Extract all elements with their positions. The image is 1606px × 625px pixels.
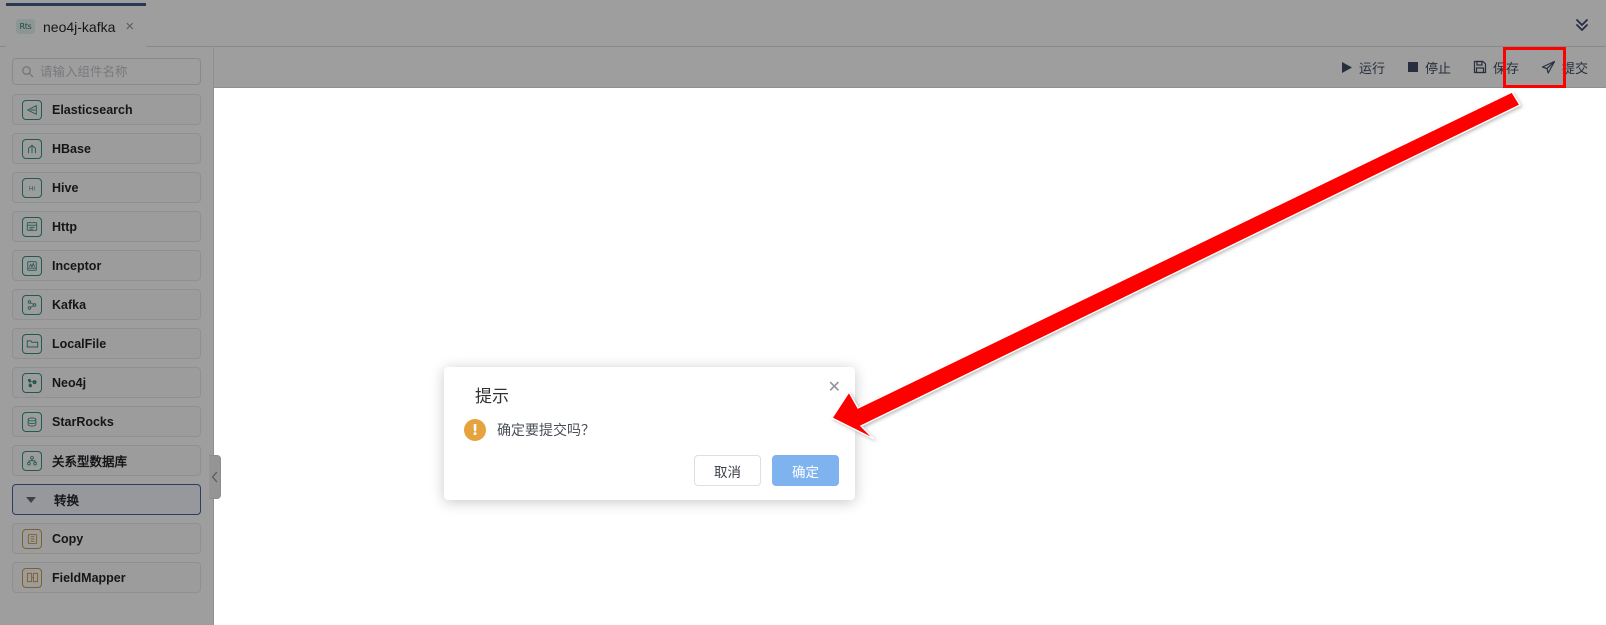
sidebar-item-label: Elasticsearch [52,102,133,117]
kafka-icon [22,294,42,315]
cancel-button[interactable]: 取消 [694,455,761,486]
component-list: Elasticsearch HBase Hi Hive Http Incepto… [0,94,213,593]
annotation-arrow [830,91,1522,440]
caret-down-icon [26,496,36,503]
elasticsearch-icon [22,99,42,120]
rdbms-icon [22,450,42,471]
action-toolbar: 运行 停止 保存 提交 [214,47,1606,88]
search-box[interactable] [12,58,201,85]
play-icon [1340,61,1353,74]
sidebar-item-fieldmapper[interactable]: FieldMapper [12,562,201,593]
starrocks-icon [22,411,42,432]
sidebar-item-kafka[interactable]: Kafka [12,289,201,320]
run-button[interactable]: 运行 [1340,58,1385,77]
confirm-dialog: 提示 ✕ ! 确定要提交吗？ 取消 确定 [444,367,855,500]
sidebar-item-hive[interactable]: Hi Hive [12,172,201,203]
flow-tab-icon: Rts [16,19,35,34]
sidebar-item-label: HBase [52,141,91,156]
close-icon[interactable]: ✕ [828,380,841,396]
sidebar-collapse-handle[interactable] [209,455,221,499]
sidebar-item-label: Copy [52,531,84,546]
folder-icon [22,333,42,354]
sidebar-item-label: StarRocks [52,414,114,429]
chevron-left-icon [211,471,217,483]
component-sidebar: Elasticsearch HBase Hi [0,47,214,625]
sidebar-item-rdbms[interactable]: 关系型数据库 [12,445,201,476]
sidebar-item-label: 关系型数据库 [52,455,128,469]
hbase-icon [22,138,42,159]
submit-button[interactable]: 提交 [1541,58,1588,77]
sidebar-item-label: Http [52,219,77,234]
dialog-body: ! 确定要提交吗？ [464,419,595,441]
double-chevron-down-icon[interactable] [1572,14,1592,34]
fieldmapper-icon [22,567,42,588]
svg-text:Hi: Hi [29,185,36,192]
run-button-label: 运行 [1358,60,1385,76]
sidebar-item-label: FieldMapper [52,570,126,585]
stop-icon [1407,61,1419,73]
sidebar-item-hbase[interactable]: HBase [12,133,201,164]
tab-bar: Rts neo4j-kafka × [0,0,1606,47]
save-button[interactable]: 保存 [1473,58,1519,77]
sidebar-item-label: LocalFile [52,336,107,351]
hive-icon: Hi [22,177,42,198]
sidebar-item-neo4j[interactable]: Neo4j [12,367,201,398]
inceptor-icon [22,255,42,276]
annotation-layer [0,0,1606,625]
submit-icon [1541,60,1556,75]
sidebar-item-label: Kafka [52,297,87,312]
dialog-footer: 取消 确定 [694,455,839,486]
sidebar-item-copy[interactable]: Copy [12,523,201,554]
sidebar-item-elasticsearch[interactable]: Elasticsearch [12,94,201,125]
sidebar-item-starrocks[interactable]: StarRocks [12,406,201,437]
warning-icon: ! [464,419,486,441]
sidebar-item-label: Inceptor [52,258,102,273]
sidebar-group-label: 转换 [54,494,80,508]
sidebar-group-transform[interactable]: 转换 [12,484,201,515]
http-icon [22,216,42,237]
dialog-title: 提示 [475,387,509,406]
sidebar-item-label: Neo4j [52,375,87,390]
stop-button[interactable]: 停止 [1407,58,1451,77]
neo4j-icon [22,372,42,393]
copy-icon [22,528,42,549]
search-input[interactable] [13,59,200,84]
stop-button-label: 停止 [1424,60,1451,76]
confirm-button[interactable]: 确定 [772,455,839,486]
app-root: Rts neo4j-kafka × 请输入组件名称 Elasticsearch … [0,0,1606,625]
dialog-message: 确定要提交吗？ [497,422,595,438]
tab-title: neo4j-kafka [43,18,116,35]
tab-neo4j-kafka[interactable]: Rts neo4j-kafka × [6,3,147,47]
sidebar-item-http[interactable]: Http [12,211,201,242]
search-wrapper [0,47,213,94]
save-icon [1473,60,1487,74]
sidebar-item-label: Hive [52,180,79,195]
sidebar-item-inceptor[interactable]: Inceptor [12,250,201,281]
close-icon[interactable]: × [125,19,134,34]
submit-button-label: 提交 [1561,60,1588,76]
save-button-label: 保存 [1492,60,1519,76]
sidebar-item-localfile[interactable]: LocalFile [12,328,201,359]
